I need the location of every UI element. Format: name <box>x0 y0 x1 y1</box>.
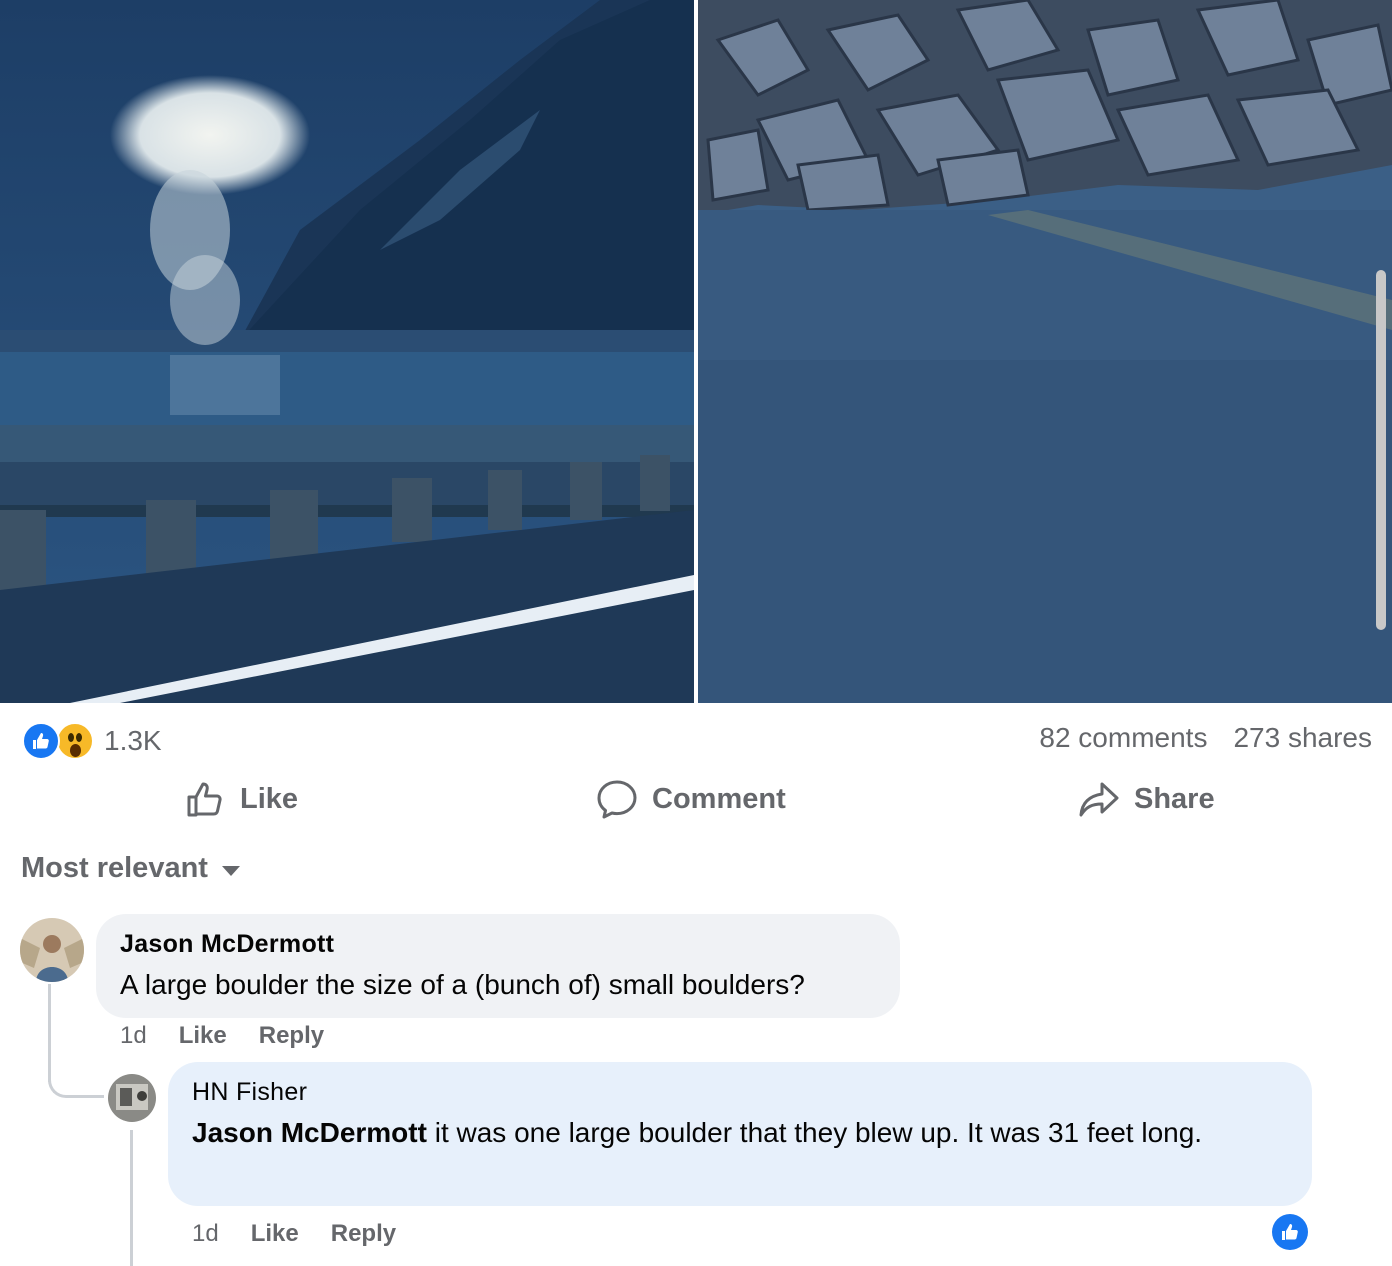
comments-count[interactable]: 82 comments <box>1039 722 1207 754</box>
shares-count[interactable]: 273 shares <box>1233 722 1372 754</box>
photo-rockslide[interactable] <box>698 0 1392 703</box>
avatar-jason-image <box>20 918 84 982</box>
reply-bubble: HN Fisher Jason McDermott it was one lar… <box>168 1062 1312 1206</box>
comment-sort-label: Most relevant <box>21 852 208 884</box>
comment-like-link[interactable]: Like <box>251 1220 299 1248</box>
caret-down-icon <box>221 865 240 876</box>
comment-author[interactable]: HN Fisher <box>192 1078 1288 1107</box>
reaction-summary[interactable]: 1.3K <box>22 722 162 760</box>
post-stats: 82 comments 273 shares <box>1039 722 1372 754</box>
comment-bubble: Jason McDermott A large boulder the size… <box>96 914 900 1018</box>
comment-like-icon[interactable] <box>1272 1214 1308 1250</box>
like-button-label: Like <box>240 782 299 815</box>
thread-line <box>130 1130 133 1266</box>
like-button[interactable]: Like <box>184 778 298 820</box>
comment-meta: 1d Like Reply <box>192 1220 396 1248</box>
comment-button-label: Comment <box>652 782 786 815</box>
speech-bubble-icon <box>597 780 637 819</box>
comment-text: Jason McDermott it was one large boulder… <box>192 1113 1288 1153</box>
share-button[interactable]: Share <box>1078 778 1215 820</box>
thread-line <box>48 984 51 1082</box>
like-icon <box>22 722 60 760</box>
share-button-label: Share <box>1134 782 1215 815</box>
comment-like-link[interactable]: Like <box>179 1022 227 1050</box>
post-photos <box>0 0 1392 703</box>
photo-scrollbar[interactable] <box>1376 270 1386 630</box>
reply-text: it was one large boulder that they blew … <box>426 1117 1203 1148</box>
comment-sort-dropdown[interactable]: Most relevant <box>21 852 240 885</box>
photo-rockslide-image <box>698 0 1392 703</box>
avatar-fisher-image <box>108 1074 156 1122</box>
share-arrow-icon <box>1079 782 1119 817</box>
comment-timestamp[interactable]: 1d <box>120 1022 147 1050</box>
comment-reply-link[interactable]: Reply <box>331 1220 396 1248</box>
thumbs-up-icon <box>187 782 222 817</box>
comment-author[interactable]: Jason McDermott <box>120 930 876 959</box>
photo-explosion-image <box>0 0 694 703</box>
comment-button[interactable]: Comment <box>596 778 786 820</box>
reaction-count: 1.3K <box>104 725 162 756</box>
avatar[interactable] <box>20 918 84 982</box>
comment-reply-link[interactable]: Reply <box>259 1022 324 1050</box>
mention-link[interactable]: Jason McDermott <box>192 1117 427 1148</box>
avatar[interactable] <box>108 1074 156 1122</box>
comment-timestamp[interactable]: 1d <box>192 1220 219 1248</box>
comment-text: A large boulder the size of a (bunch of)… <box>120 969 805 1000</box>
photo-explosion[interactable] <box>0 0 694 703</box>
thread-connector <box>48 1070 104 1098</box>
wow-icon <box>56 722 94 760</box>
post-action-bar: Like Comment Share <box>0 778 1392 828</box>
comment-meta: 1d Like Reply <box>120 1022 324 1050</box>
